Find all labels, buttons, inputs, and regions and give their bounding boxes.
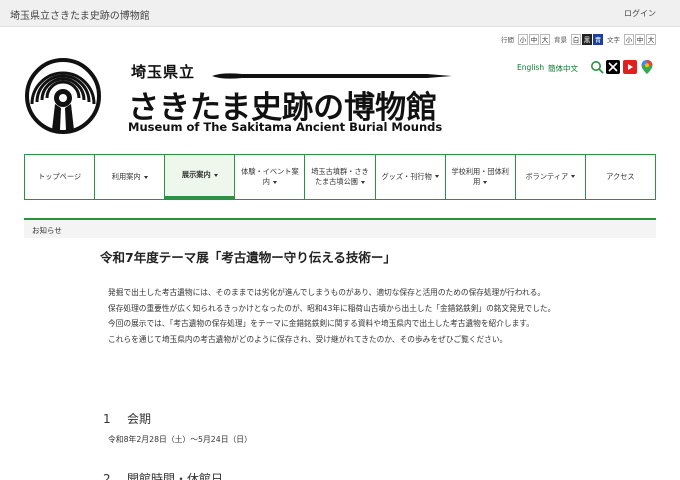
main-nav: トップページ 利用案内 展示案内 体験・イベント案内 埼玉古墳群・さきたま古墳公… — [24, 154, 656, 200]
top-bar: 埼玉県立さきたま史跡の博物館 ログイン — [0, 0, 680, 27]
nav-top-page[interactable]: トップページ — [25, 155, 96, 199]
nav-goods[interactable]: グッズ・刊行物 — [376, 155, 446, 199]
breadcrumb: お知らせ — [24, 218, 656, 238]
title-prefecture: 埼玉県立 — [131, 63, 196, 81]
nav-burial-mounds-park[interactable]: 埼玉古墳群・さきたま古墳公園 — [305, 155, 376, 199]
page-title: 令和7年度テーマ展「考古遺物ー守り伝える技術ー」 — [100, 250, 396, 265]
section-number: 2 — [103, 472, 111, 480]
nav-school-group[interactable]: 学校利用・団体利用 — [446, 155, 516, 199]
exhibition-dates: 令和8年2月28日（土）～5月24日（日） — [108, 435, 252, 444]
nav-access[interactable]: アクセス — [586, 155, 655, 199]
intro-paragraph: 発掘で出土した考古遺物には、そのままでは劣化が進んでしまうものがあり、適切な保存… — [108, 288, 546, 297]
breadcrumb-news[interactable]: お知らせ — [32, 226, 62, 235]
line-height-label: 行間 — [501, 36, 514, 44]
youtube-icon[interactable] — [623, 60, 637, 74]
login-link[interactable]: ログイン — [624, 8, 656, 19]
caret-down-icon — [434, 175, 439, 179]
sword-decoration — [212, 73, 452, 79]
background-label: 背景 — [554, 36, 567, 44]
nav-usage-guide[interactable]: 利用案内 — [95, 155, 166, 199]
caret-down-icon — [213, 174, 218, 177]
text-size-label: 文字 — [607, 36, 620, 44]
chinese-link[interactable]: 簡体中文 — [548, 63, 578, 74]
intro-text: 発掘で出土した考古遺物には、そのままでは劣化が進んでしまうものがあり、適切な保存… — [108, 287, 648, 349]
accessibility-controls: 行間 小 中 大 背景 白 黒 青 文字 小 中 大 — [497, 33, 656, 45]
bg-blue-button[interactable]: 青 — [593, 33, 603, 45]
section-title: 会期 — [127, 412, 152, 426]
nav-volunteer[interactable]: ボランティア — [516, 155, 586, 199]
caret-down-icon — [483, 180, 488, 184]
caret-down-icon — [143, 175, 148, 179]
x-icon[interactable] — [606, 60, 620, 74]
nav-exhibition-guide[interactable]: 展示案内 — [165, 155, 236, 199]
intro-paragraph: これらを通じて埼玉県内の考古遺物がどのように保存され、受け継がれてきたのか、その… — [108, 334, 508, 344]
text-small-button[interactable]: 小 — [624, 33, 634, 45]
caret-down-icon — [272, 180, 277, 184]
text-medium-button[interactable]: 中 — [635, 33, 645, 45]
line-height-control: 行間 小 中 大 — [501, 33, 550, 45]
line-height-large-button[interactable]: 大 — [540, 33, 550, 45]
museum-logo-icon[interactable] — [24, 56, 102, 140]
caret-down-icon — [360, 180, 365, 184]
nav-events[interactable]: 体験・イベント案内 — [235, 155, 306, 199]
bg-white-button[interactable]: 白 — [571, 33, 581, 45]
intro-paragraph: 保存処理の重要性が広く知られるきっかけとなったのが、昭和43年に稲荷山古墳から出… — [108, 303, 556, 313]
site-title-en: Museum of The Sakitama Ancient Burial Mo… — [128, 120, 443, 134]
line-height-small-button[interactable]: 小 — [518, 33, 528, 45]
maps-icon[interactable] — [640, 60, 654, 74]
section-heading-hours: 2 開館時間・休館日 — [103, 470, 223, 480]
english-link[interactable]: English — [517, 63, 544, 72]
section-heading-period: 1 会期 — [103, 410, 151, 427]
text-size-control: 文字 小 中 大 — [607, 33, 656, 45]
search-icon[interactable] — [590, 60, 604, 74]
section-title: 開館時間・休館日 — [127, 472, 224, 480]
bg-black-button[interactable]: 黒 — [582, 33, 592, 45]
background-control: 背景 白 黒 青 — [554, 33, 603, 45]
intro-paragraph: 今回の展示では、「考古遺物の保存処理」をテーマに金錯銘鉄剣に関する資料や埼玉県内… — [108, 319, 534, 329]
text-large-button[interactable]: 大 — [646, 33, 656, 45]
caret-down-icon — [571, 175, 576, 179]
line-height-medium-button[interactable]: 中 — [529, 33, 539, 45]
site-name[interactable]: 埼玉県立さきたま史跡の博物館 — [10, 7, 150, 22]
section-number: 1 — [103, 412, 111, 426]
